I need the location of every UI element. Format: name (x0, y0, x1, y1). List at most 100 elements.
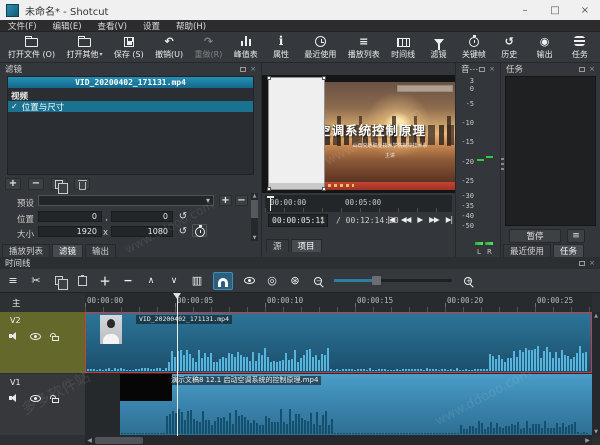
clip-v1[interactable]: 演示文稿8 12.1 启动空调系统的控制原理.mp4 (120, 374, 592, 435)
menu-file[interactable]: 文件(F) (8, 20, 37, 32)
float-panel-icon[interactable] (240, 67, 246, 72)
close-panel-icon[interactable]: × (489, 66, 495, 72)
reset-position-icon[interactable]: ↺ (177, 211, 189, 223)
zoom-in-icon[interactable] (461, 273, 475, 289)
resize-handle[interactable] (322, 187, 326, 191)
playhead-line[interactable] (177, 295, 178, 436)
menu-view[interactable]: 查看(V) (98, 20, 127, 32)
ripple-delete-icon[interactable]: − (121, 273, 135, 289)
preview-scrubber[interactable]: 00:00:00 00:05:00 (265, 195, 452, 212)
append-icon[interactable]: ＋ (98, 273, 112, 289)
track-head-v1[interactable]: V1 (0, 374, 85, 435)
mute-speaker-icon[interactable] (9, 394, 19, 403)
skip-end-icon[interactable]: ▶| (446, 215, 452, 224)
resize-handle[interactable] (267, 76, 271, 80)
filters-button[interactable]: 滤镜 (427, 35, 451, 60)
close-button[interactable]: × (570, 0, 600, 20)
menu-help[interactable]: 帮助(H) (176, 20, 206, 32)
float-panel-icon[interactable] (479, 67, 485, 72)
paste-filter-button[interactable] (74, 178, 90, 190)
ripple-all-tracks-icon[interactable]: ⊛ (288, 273, 302, 289)
filter-row-size-position[interactable]: ✓ 位置与尺寸 (8, 101, 253, 112)
zoom-out-icon[interactable] (311, 273, 325, 289)
position-y-input[interactable]: 0 (111, 211, 173, 222)
clip-v2[interactable]: VID_20200402_171131.mp4 (85, 312, 592, 373)
size-width-input[interactable]: 1920 (38, 226, 102, 237)
keyframes-button[interactable]: 关键帧 (462, 35, 486, 60)
split-icon[interactable]: ▥ (190, 273, 204, 289)
cut-icon[interactable]: ✂ (29, 273, 43, 289)
copy-filter-button[interactable] (51, 178, 67, 190)
skip-start-icon[interactable]: |◀ (388, 215, 394, 224)
scroll-up-icon[interactable]: ▲ (592, 313, 600, 319)
tab-source[interactable]: 源 (266, 239, 289, 252)
lock-icon[interactable] (52, 398, 59, 403)
jobs-button[interactable]: 任务 (568, 35, 592, 60)
reset-size-icon[interactable]: ↺ (177, 226, 189, 238)
timeline-menu-icon[interactable]: ≡ (6, 273, 20, 289)
menu-settings[interactable]: 设置 (143, 20, 160, 32)
properties-button[interactable]: i 属性 (269, 35, 293, 60)
minimize-button[interactable]: – (510, 0, 540, 20)
recent-button[interactable]: 最近使用 (304, 35, 336, 60)
close-panel-icon[interactable]: × (589, 66, 595, 72)
resize-handle[interactable] (267, 187, 271, 191)
paste-icon[interactable] (75, 273, 89, 289)
jobs-menu-button[interactable]: ≡ (567, 229, 585, 243)
current-time-spinbox[interactable]: 00:00:05:11 ▲▼ (268, 214, 328, 227)
open-file-button[interactable]: 打开文件 (O) (8, 35, 55, 60)
play-icon[interactable]: ▶ (417, 215, 422, 224)
maximize-button[interactable]: □ (540, 0, 570, 20)
add-filter-button[interactable]: + (5, 178, 21, 190)
scroll-right-icon[interactable]: ▶ (583, 436, 592, 445)
hide-eye-icon[interactable] (30, 395, 41, 402)
open-other-button[interactable]: 打开其他▾ (66, 35, 102, 60)
copy-icon[interactable] (52, 273, 66, 289)
float-panel-icon[interactable] (579, 67, 585, 72)
save-button[interactable]: 保存 (S) (114, 35, 144, 60)
scroll-down-icon[interactable]: ▼ (592, 429, 600, 435)
float-panel-icon[interactable] (579, 261, 585, 266)
track-head-v2[interactable]: V2 (0, 312, 85, 373)
close-panel-icon[interactable]: × (589, 260, 595, 266)
lock-icon[interactable] (52, 336, 59, 341)
scroll-down-icon[interactable]: ▼ (251, 235, 258, 241)
timeline-horizontal-scrollbar[interactable]: ◀ ▶ (85, 436, 592, 445)
mute-speaker-icon[interactable] (9, 332, 19, 341)
filters-scrollbar[interactable]: ▲ ▼ (251, 193, 258, 241)
undo-button[interactable]: ↶ 撤销(U) (155, 35, 183, 60)
export-button[interactable]: ◉ 输出 (533, 35, 557, 60)
history-button[interactable]: ↺ 历史 (497, 35, 521, 60)
scroll-left-icon[interactable]: ◀ (85, 436, 94, 445)
peak-meter-button[interactable]: 峰值表 (234, 35, 258, 60)
save-preset-button[interactable]: + (219, 195, 232, 206)
scrub-while-dragging-icon[interactable] (242, 273, 256, 289)
delete-preset-button[interactable]: − (235, 195, 248, 206)
timeline-vertical-scrollbar[interactable]: ▲ ▼ (592, 312, 600, 436)
master-track-head[interactable]: 主 (0, 293, 85, 312)
checkbox-checked-icon[interactable]: ✓ (11, 102, 18, 111)
size-keyframes-button[interactable] (192, 224, 207, 237)
lift-icon[interactable]: ∧ (144, 273, 158, 289)
rewind-icon[interactable]: ◀◀ (401, 215, 411, 224)
spinner-arrows-icon[interactable]: ▲▼ (318, 215, 326, 226)
close-panel-icon[interactable]: × (250, 66, 256, 72)
fast-forward-icon[interactable]: ▶▶ (429, 215, 439, 224)
remove-filter-button[interactable]: − (28, 178, 44, 190)
splitter-grip[interactable] (501, 158, 504, 172)
tab-recent[interactable]: 最近使用 (503, 244, 551, 257)
tab-jobs[interactable]: 任务 (553, 244, 584, 257)
resize-handle[interactable] (322, 76, 326, 80)
timeline-zoom-slider[interactable] (334, 279, 452, 282)
size-height-input[interactable]: 1080 (111, 226, 173, 237)
scroll-up-icon[interactable]: ▲ (251, 193, 258, 199)
snap-magnet-icon[interactable] (213, 272, 233, 290)
playlist-button[interactable]: ≡ 播放列表 (348, 35, 380, 60)
tab-filters[interactable]: 滤镜 (52, 244, 83, 257)
pause-jobs-button[interactable]: 暂停 (509, 229, 561, 243)
size-position-vui-rect[interactable] (268, 77, 325, 190)
position-x-input[interactable]: 0 (38, 211, 102, 222)
menu-edit[interactable]: 编辑(E) (53, 20, 82, 32)
overwrite-icon[interactable]: ∨ (167, 273, 181, 289)
timeline-button[interactable]: 时间线 (391, 35, 415, 60)
